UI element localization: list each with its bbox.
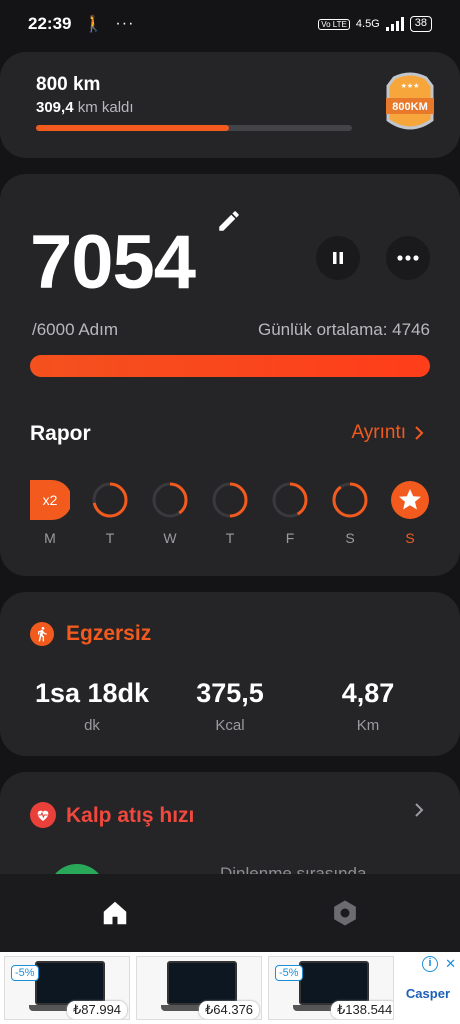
walking-icon: 🚶	[83, 16, 104, 33]
multiplier-label: x2	[43, 492, 58, 508]
day-ring	[92, 482, 128, 518]
daily-average: Günlük ortalama: 4746	[258, 320, 430, 339]
ring-progress	[332, 482, 368, 518]
more-notifications-icon: ···	[115, 15, 135, 32]
day-ring	[332, 482, 368, 518]
ad-product[interactable]: -5% ₺87.994	[4, 956, 130, 1020]
pause-icon	[333, 252, 343, 264]
metric-value: 4,87	[341, 678, 395, 708]
heart-icon	[30, 802, 56, 828]
day-ring	[391, 481, 429, 519]
metric-unit: Km	[356, 717, 380, 734]
heart-rate-title: Kalp atış hızı	[66, 804, 195, 827]
day-4[interactable]: F	[270, 480, 310, 546]
metric-unit: dk	[84, 717, 100, 734]
day-label: M	[44, 530, 56, 546]
weekly-report: x2 M T W T F S S	[30, 480, 432, 550]
day-label: T	[105, 530, 115, 546]
achievement-badge-icon[interactable]: 800KM ★★★	[386, 72, 434, 134]
distance-goal-card[interactable]: 800 km 309,4 km kaldı 800KM ★★★	[0, 52, 460, 158]
exercise-header: Egzersiz	[30, 622, 151, 646]
step-goal: /6000 Adım	[32, 320, 119, 339]
day-ring	[152, 482, 188, 518]
goal-remaining-suffix: km kaldı	[77, 99, 134, 116]
goal-progress-fill	[36, 125, 229, 131]
ad-price: ₺138.544	[331, 1001, 393, 1019]
signal-icon	[385, 17, 404, 31]
steps-card[interactable]: 7054 /6000 Adım Günlük ortalama: 4746 Ra…	[0, 174, 460, 576]
day-label: F	[285, 530, 295, 546]
metric-unit: Kcal	[215, 717, 245, 734]
report-title: Rapor	[30, 422, 91, 445]
ad-discount: -5%	[275, 965, 303, 981]
day-label: S	[405, 530, 415, 546]
exercise-duration: 1sa 18dk dk	[17, 678, 167, 734]
status-bar: 22:39 🚶 ··· Vo LTE 4.5G 38	[0, 0, 460, 48]
day-label: T	[225, 530, 235, 546]
goal-progress-bar	[36, 125, 352, 131]
exercise-distance: 4,87 Km	[293, 678, 443, 734]
ad-price: ₺87.994	[67, 1001, 128, 1019]
settings-icon[interactable]	[330, 898, 360, 928]
bottom-navigation	[0, 874, 460, 952]
ad-close-icon[interactable]: ✕	[445, 956, 456, 972]
laptop-image	[293, 961, 375, 1011]
ad-brand: Casper	[405, 986, 450, 1001]
day-ring	[272, 482, 308, 518]
ad-info-icon[interactable]: i	[422, 956, 438, 972]
exercise-card[interactable]: Egzersiz 1sa 18dk dk 375,5 Kcal 4,87 Km	[0, 592, 460, 756]
home-icon[interactable]	[100, 898, 130, 928]
day-label: S	[345, 530, 355, 546]
step-progress-bar	[30, 355, 430, 377]
network-type: 4.5G	[355, 18, 380, 30]
badge-label: 800KM	[392, 101, 427, 113]
exercise-title: Egzersiz	[66, 622, 152, 645]
chevron-right-icon	[415, 426, 424, 440]
running-icon	[30, 622, 54, 646]
day-5[interactable]: S	[330, 480, 370, 546]
day-2[interactable]: W	[150, 480, 190, 546]
goal-title: 800 km	[36, 74, 101, 95]
status-time: 22:39	[28, 14, 72, 33]
step-count: 7054	[30, 220, 196, 305]
ad-discount: -5%	[11, 965, 39, 981]
ad-banner[interactable]: -5% ₺87.994 ₺64.376 -5% ₺138.544 i ✕ Cas…	[0, 952, 460, 1024]
day-label: W	[163, 530, 177, 546]
more-options-button[interactable]	[386, 236, 430, 280]
details-link[interactable]: Ayrıntı	[351, 422, 424, 444]
day-3[interactable]: T	[210, 480, 250, 546]
exercise-calories: 375,5 Kcal	[155, 678, 305, 734]
battery-icon: 38	[409, 16, 432, 32]
metric-value: 375,5	[196, 678, 264, 708]
more-icon	[397, 255, 419, 261]
laptop-image	[161, 961, 243, 1011]
day-ring: x2	[30, 480, 70, 520]
day-1[interactable]: T	[90, 480, 130, 546]
day-0[interactable]: x2 M	[30, 480, 70, 546]
pause-button[interactable]	[316, 236, 360, 280]
chevron-right-icon[interactable]	[414, 802, 424, 818]
laptop-image	[29, 961, 111, 1011]
edit-icon[interactable]	[216, 208, 242, 234]
day-6[interactable]: S	[390, 480, 430, 546]
day-ring	[212, 482, 248, 518]
ad-product[interactable]: ₺64.376	[136, 956, 262, 1020]
goal-remaining: 309,4 km kaldı	[36, 99, 134, 116]
ad-product[interactable]: -5% ₺138.544	[268, 956, 394, 1020]
volte-icon: Vo LTE	[318, 18, 350, 30]
svg-text:★★★: ★★★	[401, 82, 420, 90]
ad-price: ₺64.376	[199, 1001, 260, 1019]
goal-remaining-value: 309,4	[36, 99, 74, 116]
details-link-label: Ayrıntı	[351, 422, 406, 443]
metric-value: 1sa 18dk	[34, 678, 150, 708]
